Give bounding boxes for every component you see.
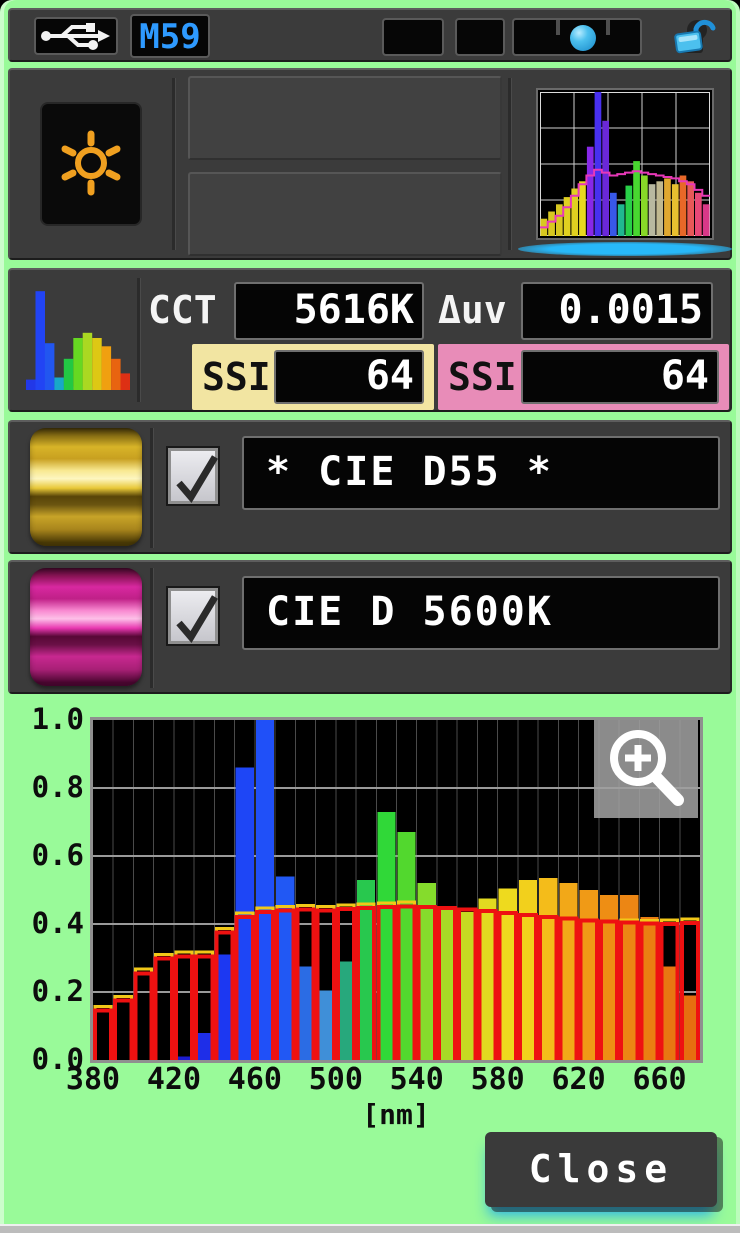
duv-label: Δuv	[438, 288, 507, 332]
measurement-panel: CCT 5616K Δuv 0.0015 SSI 64 SSI 64	[8, 268, 732, 412]
ssi-pink-value: 64	[660, 353, 709, 399]
usb-box	[34, 17, 118, 55]
status-bar: M59	[8, 8, 732, 62]
level-indicator-ball	[570, 25, 596, 51]
y-tick-label: 0.8	[31, 770, 84, 804]
plot-frame	[90, 717, 703, 1063]
x-tick-label: 660	[632, 1062, 687, 1097]
x-tick-label: 460	[227, 1062, 282, 1097]
reference-gold-checkbox[interactable]	[168, 448, 219, 504]
ssi-gold-label: SSI	[202, 355, 271, 399]
reference-gold-label: * CIE D55 *	[266, 449, 553, 495]
divider	[137, 278, 141, 402]
cct-value-field: 5616K	[234, 282, 424, 340]
checkmark-icon	[176, 595, 219, 643]
y-tick-label: 1.0	[31, 702, 84, 736]
divider	[150, 428, 154, 548]
light-source-button[interactable]	[40, 102, 142, 226]
divider	[150, 568, 154, 688]
level-indicator	[512, 18, 642, 56]
reference-pink-panel: CIE D 5600K	[8, 560, 732, 694]
x-tick-label: 540	[389, 1062, 444, 1097]
y-tick-label: 0.4	[31, 906, 84, 940]
duv-value-field: 0.0015	[521, 282, 713, 340]
bottom-bezel	[0, 1224, 740, 1233]
close-button-label: Close	[528, 1147, 674, 1191]
x-tick-label: 420	[146, 1062, 202, 1097]
ssi-pink-value-field: 64	[521, 350, 719, 404]
x-tick-label: 620	[551, 1062, 606, 1097]
level-tick-right	[606, 20, 610, 35]
pink-roll-icon	[30, 568, 142, 686]
reference-gold-field[interactable]: * CIE D55 *	[242, 436, 720, 510]
spectrometer-screen: M59 CCT 5616K Δuv 0.0015 SSI 64 SSI 64 *…	[0, 0, 740, 1233]
close-button[interactable]: Close	[485, 1132, 717, 1207]
memory-badge: M59	[130, 14, 210, 58]
spectrum-icon	[26, 291, 130, 390]
reference-pink-field[interactable]: CIE D 5600K	[242, 576, 720, 650]
cct-label: CCT	[148, 288, 217, 332]
light-source-icon	[61, 130, 121, 196]
status-box-1	[382, 18, 444, 56]
ssi-pink-label: SSI	[448, 355, 517, 399]
reference-pink-checkbox[interactable]	[168, 588, 219, 644]
preset-panel	[8, 68, 732, 260]
divider	[172, 78, 176, 250]
spd-chart: 1.0 0.8 0.6 0.4 0.2 0.0 380 420 460 500 540 580 620…	[0, 696, 740, 1132]
cct-value: 5616K	[293, 287, 414, 333]
reference-gold-panel: * CIE D55 *	[8, 420, 732, 554]
y-tick-label: 0.2	[31, 974, 84, 1008]
x-axis-unit: [nm]	[362, 1098, 430, 1131]
preset-slot-1[interactable]	[188, 76, 502, 160]
spectrum-thumbnail-button[interactable]	[524, 78, 724, 254]
x-tick-label: 380	[65, 1062, 121, 1097]
x-tick-label: 500	[308, 1062, 363, 1097]
checkmark-icon	[176, 455, 219, 503]
reference-pink-label: CIE D 5600K	[266, 589, 553, 635]
level-tick-left	[556, 20, 560, 35]
zoom-in-button[interactable]	[594, 720, 698, 818]
divider	[508, 78, 512, 250]
usb-icon	[41, 23, 110, 50]
status-box-2	[455, 18, 505, 56]
preset-slot-2[interactable]	[188, 172, 502, 256]
duv-value: 0.0015	[558, 287, 704, 333]
ssi-gold-value-field: 64	[274, 350, 424, 404]
y-tick-label: 0.6	[31, 838, 84, 872]
x-tick-label: 580	[470, 1062, 525, 1097]
selection-glow	[518, 242, 732, 256]
zoom-in-icon	[610, 730, 684, 806]
memory-label: M59	[139, 17, 201, 57]
ssi-gold-value: 64	[365, 353, 414, 399]
lock-open-icon[interactable]	[672, 16, 720, 60]
gold-roll-icon	[30, 428, 142, 546]
spectrum-thumbnail	[540, 92, 710, 236]
